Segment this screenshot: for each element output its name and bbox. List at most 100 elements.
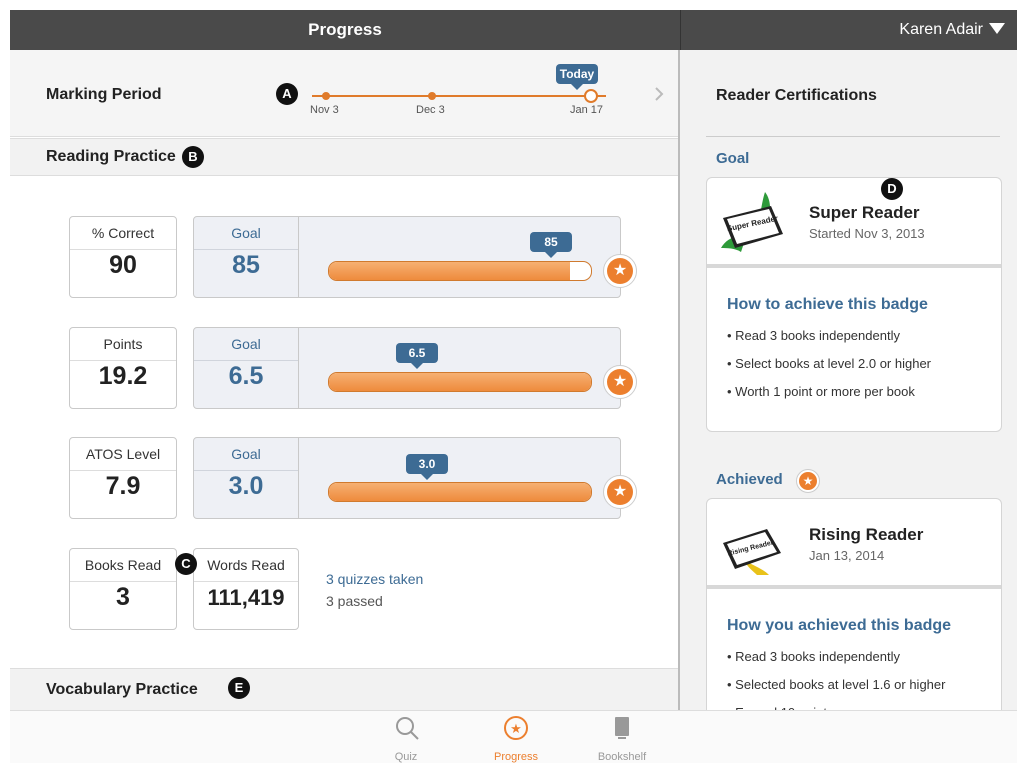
requirement-item: • Select books at level 2.0 or higher [727, 356, 932, 371]
vocabulary-practice-label: Vocabulary Practice [46, 681, 198, 698]
metric-value: 19.2 [98, 362, 148, 390]
requirement-item: • Selected books at level 1.6 or higher [727, 677, 946, 692]
header-divider [680, 10, 681, 50]
goal-value: 6.5 [228, 362, 264, 390]
books-read-box: Books Read 3 [69, 548, 177, 630]
metric-value: 111,419 [207, 585, 285, 610]
search-icon [396, 717, 419, 740]
progress-fill [329, 483, 591, 501]
timeline-date-jan17: Jan 17 [570, 104, 604, 116]
goal-heading: Goal [716, 150, 750, 167]
annotation-d: D [881, 178, 903, 200]
how-to-achieve-title: How to achieve this badge [727, 296, 928, 313]
points-progress-bar [328, 372, 592, 392]
super-reader-badge-icon: Super Reader [721, 192, 783, 252]
marking-period-row[interactable]: Marking Period A Today Nov 3 Dec 3 Jan 1… [10, 50, 678, 137]
metric-label: Books Read [70, 549, 176, 582]
atos-goal-box: Goal 3.0 [193, 437, 621, 519]
metric-label: ATOS Level [70, 438, 176, 471]
percent-correct-progress-bar [328, 261, 592, 281]
goal-label: Goal [194, 217, 298, 250]
marking-period-label: Marking Period [46, 86, 162, 103]
reading-practice-header: Reading Practice B [10, 138, 678, 176]
certifications-divider [706, 136, 1000, 137]
star-icon: ★ [504, 716, 528, 740]
book-icon [615, 717, 629, 739]
goal-callout: 3.0 [406, 454, 448, 480]
goal-callout: 85 [530, 232, 572, 258]
timeline-date-dec3: Dec 3 [416, 104, 445, 116]
certifications-title: Reader Certifications [716, 87, 877, 104]
atos-progress-bar [328, 482, 592, 502]
tab-label: Progress [493, 751, 539, 763]
goal-value: 85 [232, 251, 260, 279]
vocabulary-practice-header[interactable]: Vocabulary Practice E [10, 668, 678, 711]
rising-reader-badge-icon: Rising Reader [723, 529, 781, 575]
requirement-item: • Worth 1 point or more per book [727, 384, 915, 399]
achieved-badge-date: Jan 13, 2014 [809, 548, 885, 563]
achieved-badge-card[interactable]: Rising Reader Rising Reader Jan 13, 2014… [706, 498, 1002, 740]
goal-badge-name: Super Reader [809, 203, 920, 222]
quizzes-passed: 3 passed [326, 593, 383, 609]
achieved-badge-name: Rising Reader [809, 525, 924, 544]
star-icon: ★ [603, 254, 637, 288]
atos-level-box: ATOS Level 7.9 [69, 437, 177, 519]
points-goal-box: Goal 6.5 [193, 327, 621, 409]
annotation-e: E [228, 677, 250, 699]
quizzes-taken-link[interactable]: 3 quizzes taken [326, 571, 423, 587]
words-read-box: Words Read 111,419 [193, 548, 299, 630]
svg-text:★: ★ [510, 722, 522, 737]
card-divider [707, 585, 1001, 589]
timeline-dot-dec3 [428, 92, 436, 100]
tab-label: Quiz [394, 751, 418, 763]
star-icon: ★ [603, 365, 637, 399]
tab-quiz[interactable]: Quiz [366, 711, 446, 763]
chevron-down-icon [989, 23, 1005, 35]
annotation-b: B [182, 146, 204, 168]
timeline-dot-today [584, 89, 598, 103]
points-box: Points 19.2 [69, 327, 177, 409]
annotation-c: C [175, 553, 197, 575]
metric-value: 3 [116, 583, 130, 611]
top-header: Progress Karen Adair [10, 10, 1017, 50]
timeline-date-nov3: Nov 3 [310, 104, 339, 116]
percent-correct-box: % Correct 90 [69, 216, 177, 298]
user-name: Karen Adair [899, 21, 983, 38]
progress-panel: Marking Period A Today Nov 3 Dec 3 Jan 1… [10, 50, 680, 711]
progress-fill [329, 373, 591, 391]
how-achieved-title: How you achieved this badge [727, 617, 952, 634]
bottom-tab-bar: Quiz ★ Progress Bookshelf [10, 710, 1017, 763]
requirement-item: • Read 3 books independently [727, 328, 900, 343]
requirement-item: • Read 3 books independently [727, 649, 900, 664]
goal-callout: 6.5 [396, 343, 438, 369]
reading-practice-label: Reading Practice [46, 148, 176, 165]
certifications-panel: Reader Certifications Goal D Super Reade… [680, 50, 1017, 740]
tab-progress[interactable]: ★ Progress [476, 711, 556, 763]
goal-divider [298, 328, 299, 408]
star-icon: ★ [796, 469, 820, 493]
chevron-right-icon[interactable] [654, 86, 664, 102]
card-divider [707, 264, 1001, 268]
goal-divider [298, 217, 299, 297]
progress-fill [329, 262, 571, 280]
page-title: Progress [308, 20, 382, 39]
metric-value: 90 [109, 251, 137, 279]
user-menu[interactable]: Karen Adair [899, 10, 1005, 50]
tab-label: Bookshelf [597, 751, 647, 763]
goal-badge-date: Started Nov 3, 2013 [809, 226, 925, 241]
goal-label: Goal [194, 328, 298, 361]
star-icon: ★ [603, 475, 637, 509]
metric-label: % Correct [70, 217, 176, 250]
metric-label: Points [70, 328, 176, 361]
today-callout: Today [556, 64, 598, 90]
goal-badge-card[interactable]: D Super Reader Super Reader Started Nov … [706, 177, 1002, 432]
annotation-a: A [276, 83, 298, 105]
achieved-heading: Achieved [716, 471, 783, 488]
tab-bookshelf[interactable]: Bookshelf [582, 711, 662, 763]
metric-value: 7.9 [105, 472, 141, 500]
goal-label: Goal [194, 438, 298, 471]
timeline-dot-nov3 [322, 92, 330, 100]
timeline-track [312, 95, 606, 97]
goal-value: 3.0 [228, 472, 264, 500]
metric-label: Words Read [194, 549, 298, 582]
